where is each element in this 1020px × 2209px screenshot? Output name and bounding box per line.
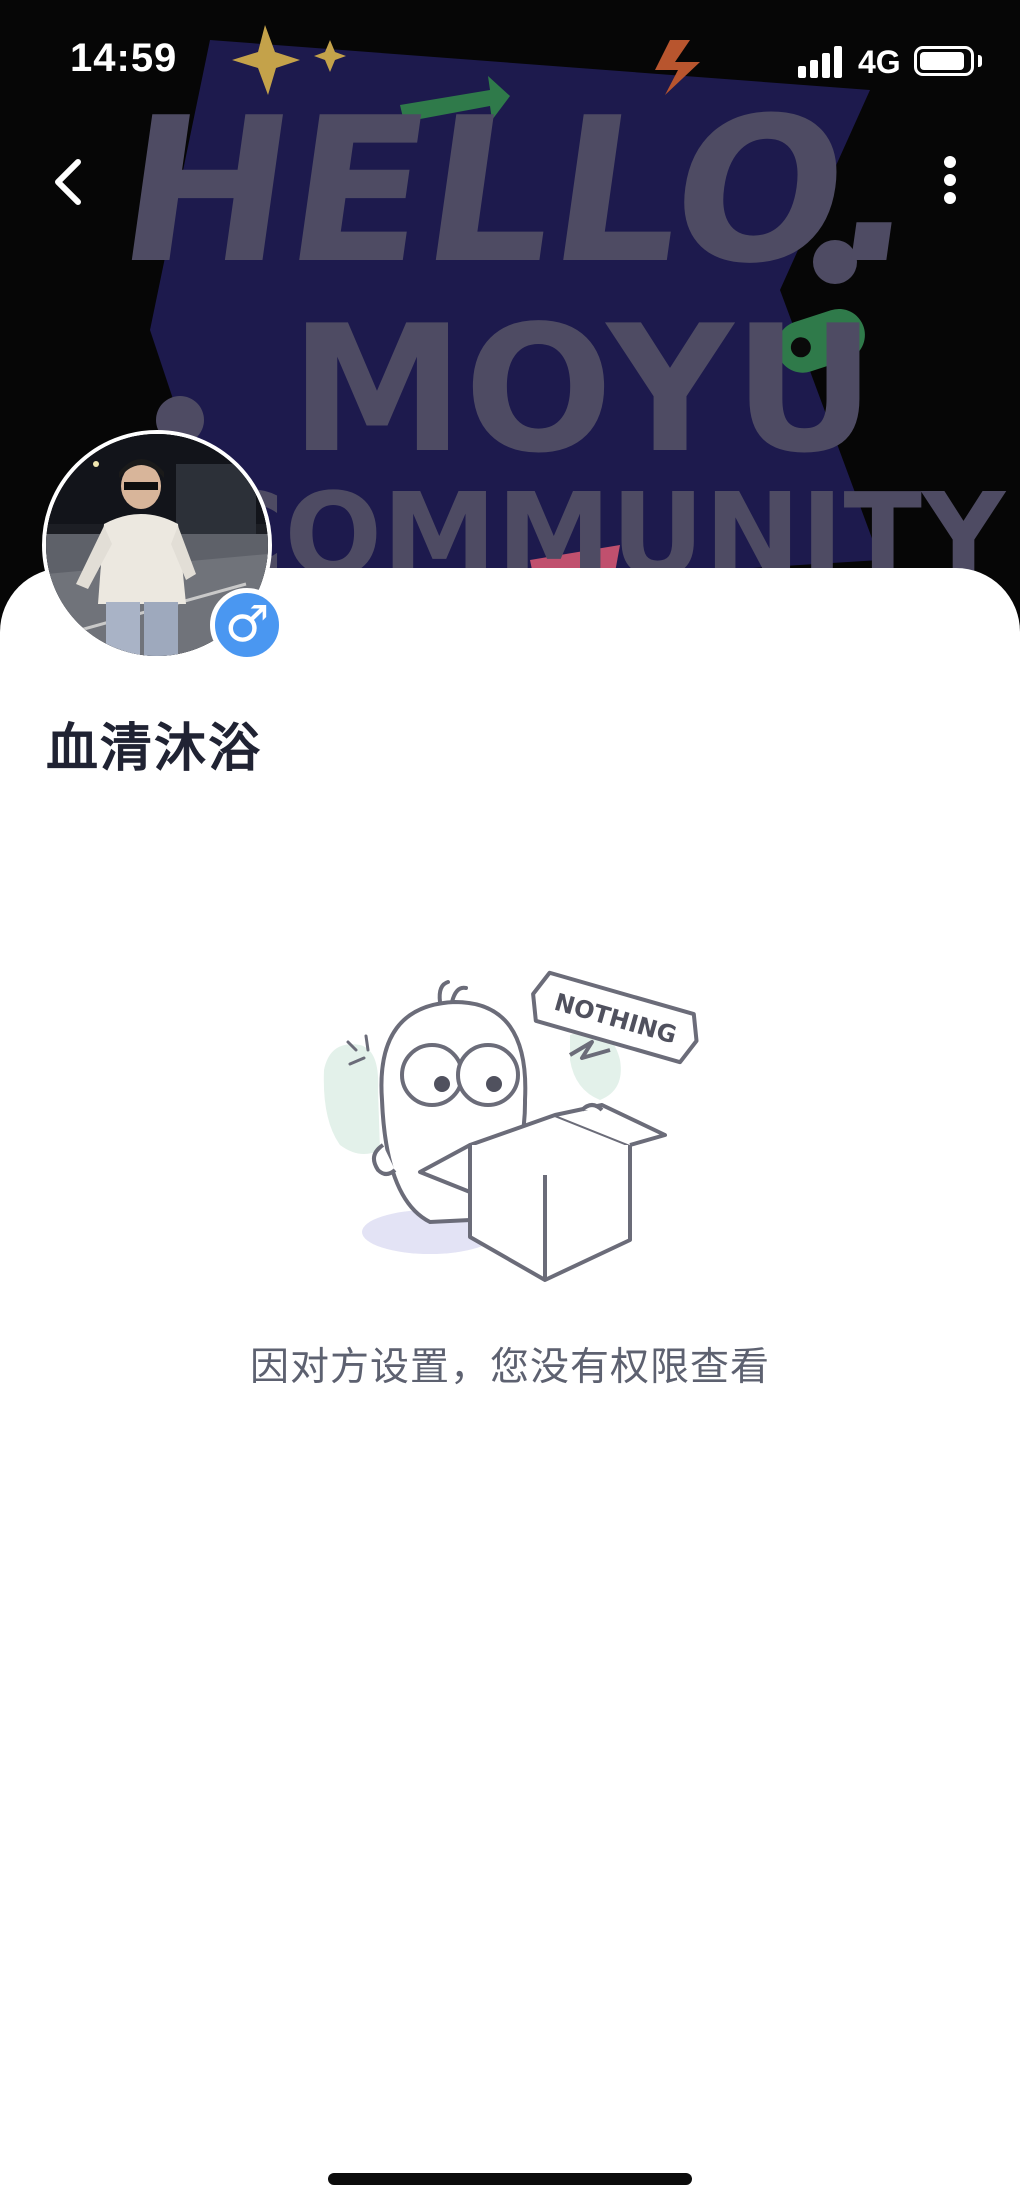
banner-text-moyu: MOYU xyxy=(290,289,876,492)
username: 血清沐浴 xyxy=(46,719,263,779)
battery-icon xyxy=(914,46,974,76)
no-permission-message: 因对方设置，您没有权限查看 xyxy=(249,1345,770,1390)
cellular-signal-icon xyxy=(798,44,848,78)
network-type: 4G xyxy=(858,44,901,80)
back-button[interactable] xyxy=(40,140,100,220)
status-bar: 14:59 4G xyxy=(0,0,1020,130)
empty-state-illustration: NOTHING xyxy=(320,950,720,1290)
more-vertical-icon xyxy=(944,156,956,204)
gender-male-icon: ♂ xyxy=(210,588,284,662)
profile-page: HELLO. MOYU COMMUNITY 14:59 4G ♂ 血清沐浴 NO… xyxy=(0,0,1020,2209)
battery-cap xyxy=(978,55,982,67)
more-options-button[interactable] xyxy=(920,140,980,220)
status-time: 14:59 xyxy=(70,36,178,80)
avatar-container[interactable]: ♂ xyxy=(42,430,284,662)
chevron-left-icon xyxy=(55,159,81,205)
home-indicator[interactable] xyxy=(328,2173,692,2185)
nothing-box-icon: NOTHING xyxy=(323,970,699,1282)
